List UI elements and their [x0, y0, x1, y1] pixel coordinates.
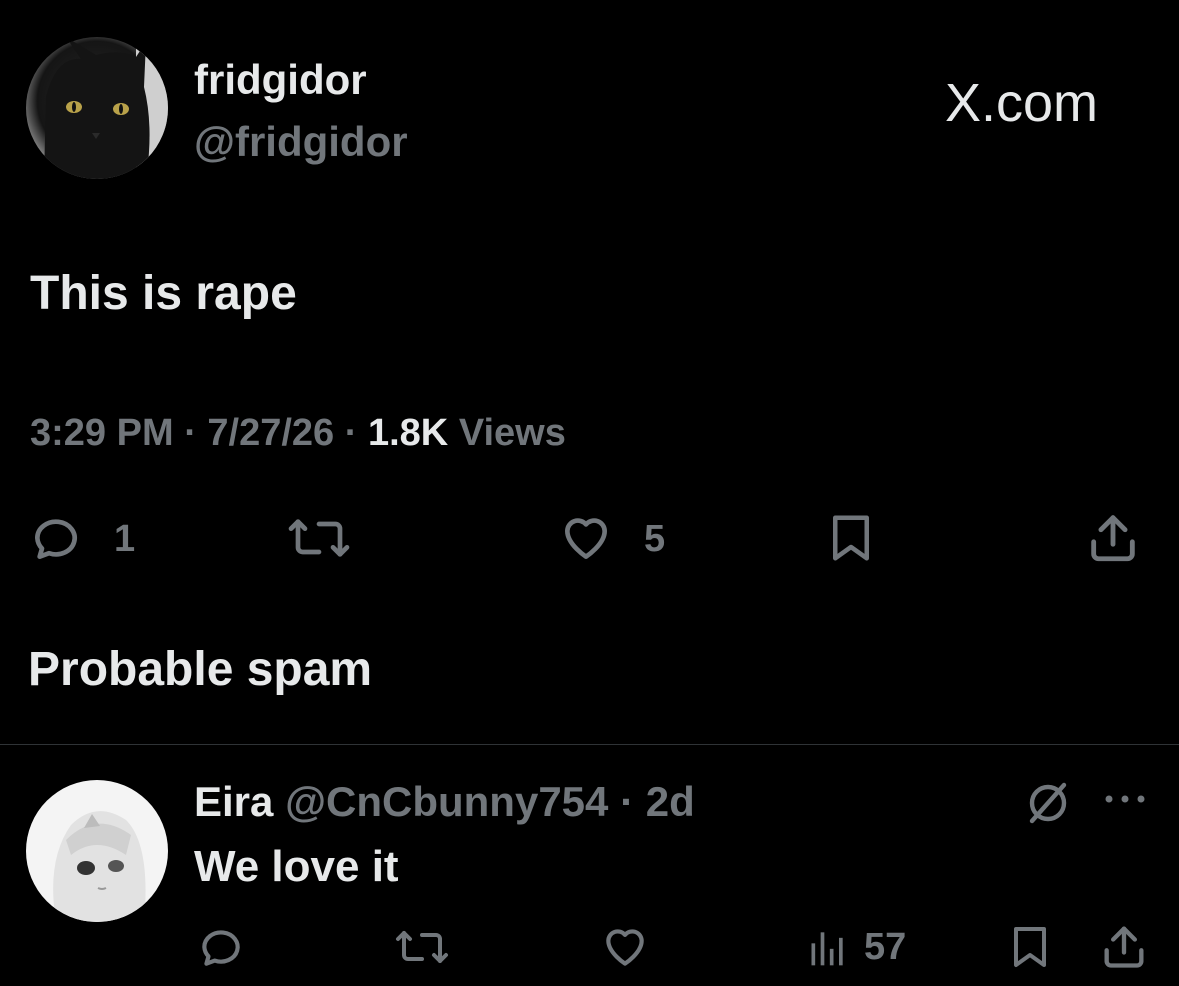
- reply-display-name[interactable]: Eira: [194, 778, 273, 825]
- retweet-button[interactable]: [284, 510, 354, 566]
- like-button[interactable]: [556, 510, 616, 566]
- probable-spam-heading[interactable]: Probable spam: [28, 642, 372, 697]
- cat-avatar-image: [26, 37, 168, 179]
- reply-avatar[interactable]: [26, 780, 168, 922]
- reply-views-count: 57: [864, 926, 907, 968]
- bookmark-icon: [833, 515, 869, 561]
- more-options-button[interactable]: [1102, 790, 1148, 808]
- heart-icon: [565, 518, 607, 559]
- meta-separator: ·: [184, 412, 197, 454]
- section-divider: [0, 744, 1179, 745]
- meta-separator: ·: [620, 778, 635, 825]
- more-dots-icon: [1105, 795, 1145, 803]
- site-watermark: X.com: [945, 73, 1099, 133]
- reply-retweet-button[interactable]: [392, 922, 452, 972]
- reply-handle[interactable]: @CnCbunny754: [285, 778, 608, 825]
- retweet-icon: [396, 931, 448, 963]
- reply-reply-button[interactable]: [196, 922, 246, 972]
- reply-icon: [35, 519, 77, 559]
- reply-icon: [202, 930, 240, 966]
- reply-age[interactable]: 2d: [646, 778, 695, 825]
- hidden-reply-button[interactable]: [1020, 778, 1076, 828]
- tweet-time[interactable]: 3:29 PM: [30, 412, 174, 454]
- author-display-name[interactable]: fridgidor: [194, 56, 367, 104]
- share-icon: [1104, 926, 1144, 968]
- author-avatar[interactable]: [26, 37, 168, 179]
- anime-avatar-image: [26, 780, 168, 922]
- slashed-circle-icon: [1029, 782, 1067, 824]
- reply-text: We love it: [194, 842, 399, 891]
- share-button[interactable]: [1084, 508, 1142, 566]
- reply-bookmark-button[interactable]: [1006, 922, 1054, 972]
- heart-icon: [606, 929, 644, 966]
- tweet-date[interactable]: 7/27/26: [207, 412, 334, 454]
- tweet-text: This is rape: [30, 267, 297, 320]
- views-bar-chart-icon: [811, 932, 843, 966]
- reply-like-button[interactable]: [598, 922, 652, 972]
- share-icon: [1091, 515, 1135, 562]
- tweet-metadata: 3:29 PM · 7/27/26 · 1.8K Views: [30, 412, 566, 455]
- bookmark-button[interactable]: [824, 510, 878, 566]
- reply-header: Eira @CnCbunny754 · 2d: [194, 778, 695, 826]
- like-count: 5: [644, 518, 666, 560]
- reply-views-button[interactable]: [806, 924, 850, 970]
- reply-share-button[interactable]: [1098, 920, 1150, 972]
- reply-button[interactable]: [28, 510, 84, 566]
- retweet-icon: [288, 519, 350, 557]
- views-label: Views: [458, 412, 566, 454]
- bookmark-icon: [1014, 927, 1046, 967]
- meta-separator: ·: [344, 412, 358, 454]
- views-count: 1.8K: [367, 412, 449, 454]
- reply-count: 1: [114, 518, 136, 560]
- author-handle[interactable]: @fridgidor: [194, 118, 408, 166]
